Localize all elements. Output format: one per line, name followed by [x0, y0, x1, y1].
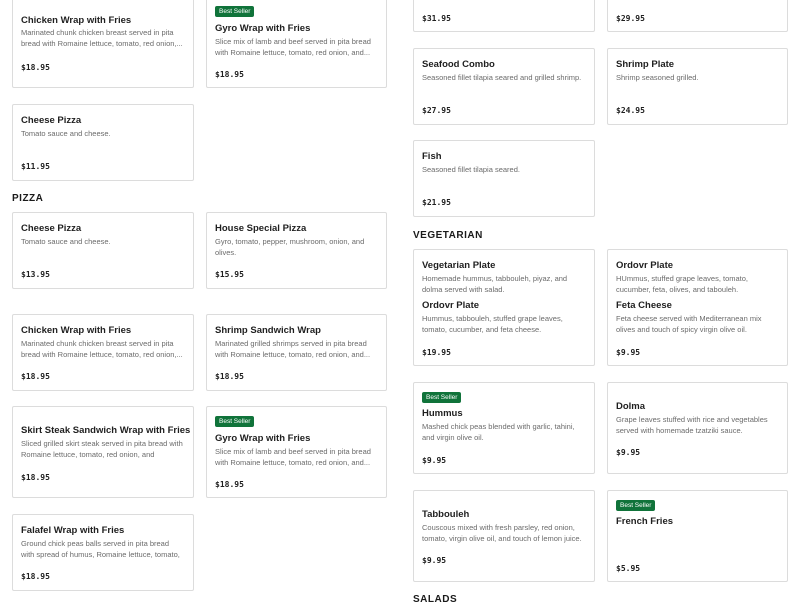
item-description: Tomato sauce and cheese.: [21, 237, 111, 246]
item-description: Homemade hummus, tabbouleh, piyaz, and d…: [422, 274, 568, 294]
menu-item-card-tabbouleh[interactable]: Tabbouleh Couscous mixed with fresh pars…: [413, 490, 595, 582]
best-seller-badge: Best Seller: [215, 416, 255, 427]
menu-item-card-shrimp-plate[interactable]: Shrimp Plate Shrimp seasoned grilled. $2…: [607, 48, 788, 125]
item-price: $13.95: [21, 270, 50, 279]
menu-item-card-cheese-pizza[interactable]: Cheese Pizza Tomato sauce and cheese. $1…: [12, 212, 194, 289]
item-price: $15.95: [215, 270, 244, 279]
menu-item-card-french-fries[interactable]: Best Seller French Fries $5.95: [607, 490, 788, 582]
item-description: Marinated chunk chicken breast served in…: [21, 339, 183, 359]
item-price: $9.95: [616, 448, 641, 457]
item-name: Hummus: [422, 408, 463, 419]
item-description: Mashed chick peas blended with garlic, t…: [422, 422, 575, 442]
item-name: Fish: [422, 151, 442, 162]
menu-item-card-gyro-wrap[interactable]: Best Seller Gyro Wrap with Fries Slice m…: [206, 0, 387, 88]
item-name: Chicken Wrap with Fries: [21, 325, 132, 336]
item-description: Hummus, tabbouleh, stuffed grape leaves,…: [422, 314, 563, 334]
item-name: Vegetarian Plate: [422, 260, 496, 271]
item-price: $18.95: [215, 480, 244, 489]
menu-item-card-fish[interactable]: Fish Seasoned fillet tilapia seared. $21…: [413, 140, 595, 217]
menu-item-card-hummus[interactable]: Best Seller Hummus Mashed chick peas ble…: [413, 382, 595, 474]
item-price: $27.95: [422, 106, 451, 115]
menu-item-card-house-special-pizza[interactable]: House Special Pizza Gyro, tomato, pepper…: [206, 212, 387, 289]
item-description: Seasoned fillet tilapia seared and grill…: [422, 73, 582, 82]
item-name: Feta Cheese: [616, 300, 672, 311]
item-price: $18.95: [21, 572, 50, 581]
item-name: Dolma: [616, 401, 646, 412]
item-description: Couscous mixed with fresh parsley, red o…: [422, 523, 582, 543]
item-name: Ordovr Plate: [616, 260, 674, 271]
item-price: $18.95: [215, 372, 244, 381]
item-price: $18.95: [21, 63, 50, 72]
item-name: House Special Pizza: [215, 223, 307, 234]
item-description: Grape leaves stuffed with rice and veget…: [616, 415, 768, 435]
item-name: Skirt Steak Sandwich Wrap with Fries: [21, 425, 191, 436]
item-name: Shrimp Plate: [616, 59, 675, 70]
menu-item-card-dolma[interactable]: Dolma Grape leaves stuffed with rice and…: [607, 382, 788, 474]
item-name: Cheese Pizza: [21, 223, 82, 234]
menu-item-card-ordovr-plate[interactable]: Ordovr Plate HUmmus, stuffed grape leave…: [607, 249, 788, 366]
item-name: Gyro Wrap with Fries: [215, 433, 311, 444]
item-name: Cheese Pizza: [21, 115, 82, 126]
menu-item-card-skirt-steak-wrap[interactable]: Skirt Steak Sandwich Wrap with Fries Sli…: [12, 406, 194, 498]
section-title-vegetarian: VEGETARIAN: [413, 230, 483, 241]
item-description: Slice mix of lamb and beef served in pit…: [215, 37, 371, 57]
best-seller-badge: Best Seller: [215, 6, 255, 17]
item-name: Gyro Wrap with Fries: [215, 23, 311, 34]
item-description: Marinated grilled shrimps served in pita…: [215, 339, 371, 359]
item-description: HUmmus, stuffed grape leaves, tomato, cu…: [616, 274, 749, 294]
item-price: $11.95: [21, 162, 50, 171]
best-seller-badge: Best Seller: [422, 392, 462, 403]
item-name: Chicken Wrap with Fries: [21, 15, 132, 26]
item-description: Sliced grilled skirt steak served in pit…: [21, 439, 183, 459]
item-description: Marinated chunk chicken breast served in…: [21, 28, 183, 48]
item-description: Tomato sauce and cheese.: [21, 129, 111, 138]
item-name: Seafood Combo: [422, 59, 495, 70]
menu-item-card-cheese-pizza[interactable]: Cheese Pizza Tomato sauce and cheese. $1…: [12, 104, 194, 181]
menu-item-card-chicken-wrap[interactable]: Chicken Wrap with Fries Marinated chunk …: [12, 314, 194, 391]
item-price: $19.95: [422, 348, 451, 357]
item-price: $31.95: [422, 14, 451, 23]
item-price: $9.95: [422, 556, 447, 565]
item-description: Gyro, tomato, pepper, mushroom, onion, a…: [215, 237, 365, 257]
menu-item-card-gyro-wrap[interactable]: Best Seller Gyro Wrap with Fries Slice m…: [206, 406, 387, 498]
menu-item-card[interactable]: $29.95: [607, 0, 788, 32]
item-price: $5.95: [616, 564, 641, 573]
item-name: Falafel Wrap with Fries: [21, 525, 125, 536]
item-price: $9.95: [422, 456, 447, 465]
item-price: $21.95: [422, 198, 451, 207]
item-price: $29.95: [616, 14, 645, 23]
best-seller-badge: Best Seller: [616, 500, 656, 511]
item-description: Feta cheese served with Mediterranean mi…: [616, 314, 762, 334]
item-name: Shrimp Sandwich Wrap: [215, 325, 321, 336]
item-description: Ground chick peas balls served in pita b…: [21, 539, 180, 559]
item-name: Ordovr Plate: [422, 300, 480, 311]
menu-item-card-vegetarian-plate[interactable]: Vegetarian Plate Homemade hummus, tabbou…: [413, 249, 595, 366]
item-description: Slice mix of lamb and beef served in pit…: [215, 447, 371, 467]
menu-item-card[interactable]: $31.95: [413, 0, 595, 32]
item-description: Shrimp seasoned grilled.: [616, 73, 699, 82]
item-description: Seasoned fillet tilapia seared.: [422, 165, 520, 174]
item-price: $18.95: [21, 372, 50, 381]
menu-item-card-falafel-wrap[interactable]: Falafel Wrap with Fries Ground chick pea…: [12, 514, 194, 591]
item-price: $9.95: [616, 348, 641, 357]
menu-item-card-seafood-combo[interactable]: Seafood Combo Seasoned fillet tilapia se…: [413, 48, 595, 125]
item-name: French Fries: [616, 516, 674, 527]
menu-item-card-chicken-wrap[interactable]: Chicken Wrap with Fries Marinated chunk …: [12, 0, 194, 88]
item-name: Tabbouleh: [422, 509, 470, 520]
item-price: $24.95: [616, 106, 645, 115]
item-price: $18.95: [215, 70, 244, 79]
section-title-pizza: PIZZA: [12, 193, 44, 204]
menu-item-card-shrimp-sandwich-wrap[interactable]: Shrimp Sandwich Wrap Marinated grilled s…: [206, 314, 387, 391]
item-price: $18.95: [21, 473, 50, 482]
